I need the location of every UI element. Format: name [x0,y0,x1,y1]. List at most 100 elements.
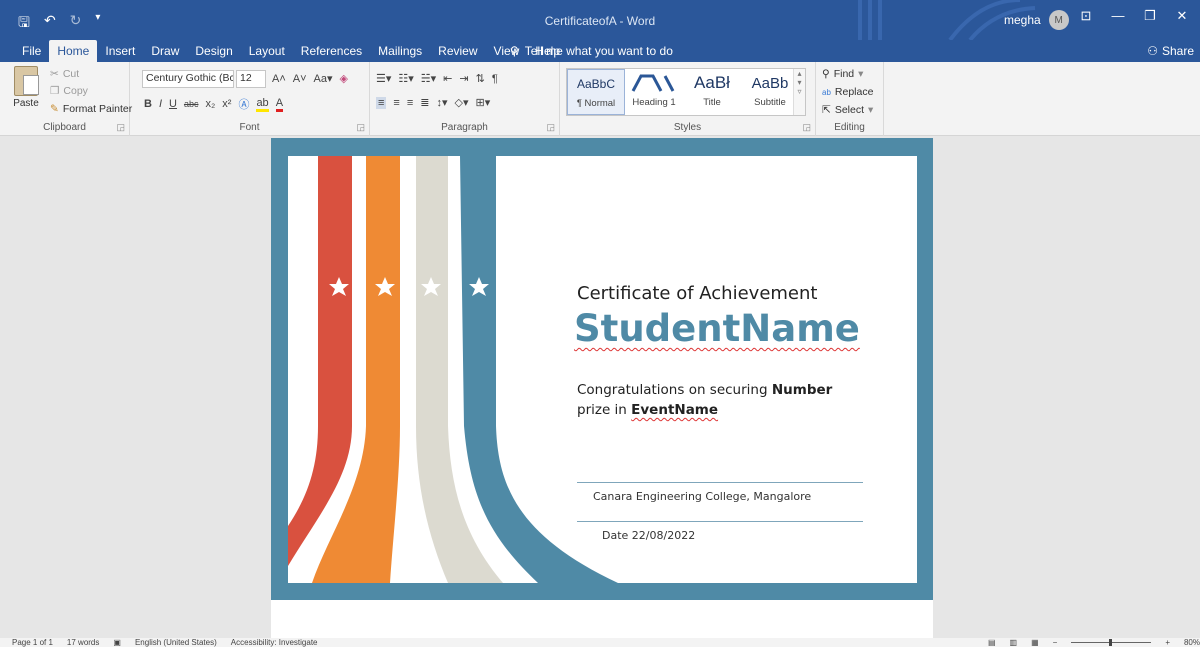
grow-font-icon[interactable]: A˄ [272,73,286,85]
style-title[interactable]: AaBł Title [683,69,741,115]
user-account[interactable]: megha M [1004,10,1069,30]
replace-button[interactable]: ab Replace [822,86,873,98]
ribbon-display-icon[interactable]: ⊡ [1070,8,1102,24]
style-normal[interactable]: AaBbC ¶ Normal [567,69,625,115]
document-page[interactable]: Certificate of Achievement StudentName C… [271,138,933,638]
tab-layout[interactable]: Layout [241,40,293,62]
customize-qat-icon[interactable]: ▾ [95,12,100,36]
window-controls: ⊡ — ❐ ✕ [1070,8,1198,24]
decrease-indent-icon[interactable]: ⇤ [443,72,452,85]
ribbon: Paste ✂ Cut ❐ Copy ✎ Format Painter Clipboa… [0,62,1200,136]
tab-insert[interactable]: Insert [97,40,143,62]
bullets-icon[interactable]: ☰▾ [376,72,391,85]
style-preview: AaBb [751,74,789,92]
minimize-icon[interactable]: — [1102,8,1134,24]
proofing-icon[interactable]: ▣ [113,638,121,647]
clear-formatting-icon[interactable]: ◈ [340,72,348,85]
print-layout-icon[interactable]: ▥ [1010,638,1018,647]
share-label: Share [1161,44,1194,58]
align-left-icon[interactable]: ≡ [376,96,387,109]
change-case-icon[interactable]: Aa▾ [314,72,333,85]
tab-design[interactable]: Design [187,40,240,62]
save-icon[interactable]: 🖫 [18,12,30,36]
zoom-slider[interactable] [1071,639,1152,646]
styles-scroll[interactable]: ▴ ▾ ▿ [793,69,805,115]
restore-icon[interactable]: ❐ [1134,8,1166,24]
subscript-icon[interactable]: x₂ [205,98,215,110]
justify-icon[interactable]: ≣ [420,96,429,109]
select-label: Select [834,104,864,116]
font-family-select[interactable]: Century Gothic (Bc [142,70,234,88]
tab-references[interactable]: References [293,40,370,62]
copy-button[interactable]: ❐ Copy [50,85,88,97]
red-stripe [288,156,352,566]
dialog-launcher-icon[interactable]: ◲ [546,122,555,133]
borders-icon[interactable]: ⊞▾ [476,96,491,109]
numbering-icon[interactable]: ☷▾ [398,72,413,85]
increase-indent-icon[interactable]: ⇥ [459,72,468,85]
avatar: M [1048,10,1069,30]
sort-icon[interactable]: ⇅ [476,72,485,85]
tab-draw[interactable]: Draw [143,40,187,62]
word-count[interactable]: 17 words [67,638,99,647]
font-format-tools: B I U abc x₂ x² Ⓐ ab A [144,96,284,112]
bold-icon[interactable]: B [144,98,152,110]
replace-label: Replace [834,86,874,98]
select-button[interactable]: ⇱ Select ▾ [822,104,873,116]
zoom-out-icon[interactable]: − [1053,638,1058,647]
tab-file[interactable]: File [14,40,49,62]
certificate-inner: Certificate of Achievement StudentName C… [288,156,917,583]
superscript-icon[interactable]: x² [222,98,231,110]
status-bar: Page 1 of 1 17 words ▣ English (United S… [0,638,1200,647]
divider-line [577,482,863,483]
cut-button[interactable]: ✂ Cut [50,68,79,80]
text-effects-icon[interactable]: Ⓐ [238,96,249,112]
style-heading-1[interactable]: Heading 1 [625,69,683,115]
multilevel-list-icon[interactable]: ☵▾ [421,72,436,85]
page-count[interactable]: Page 1 of 1 [12,638,53,647]
style-name: Subtitle [754,97,786,108]
tab-mailings[interactable]: Mailings [370,40,430,62]
close-icon[interactable]: ✕ [1166,8,1198,24]
heading-preview-icon [631,74,675,92]
style-name: Heading 1 [632,97,676,108]
font-color-icon[interactable]: A [275,97,284,112]
share-button[interactable]: ⚇ Share [1147,44,1194,58]
read-mode-icon[interactable]: ▤ [988,638,996,647]
undo-icon[interactable]: ↶ [44,12,56,36]
accessibility-status[interactable]: Accessibility: Investigate [231,638,318,647]
style-subtitle[interactable]: AaBb Subtitle [741,69,799,115]
tab-review[interactable]: Review [430,40,485,62]
align-right-icon[interactable]: ≡ [407,97,413,109]
tab-home[interactable]: Home [49,40,98,62]
italic-icon[interactable]: I [159,98,162,110]
clipboard-icon [14,66,39,96]
teal-stripe [460,156,618,583]
web-layout-icon[interactable]: ▦ [1031,638,1039,647]
document-area[interactable]: Certificate of Achievement StudentName C… [0,137,1200,638]
format-painter-button[interactable]: ✎ Format Painter [50,103,132,115]
paste-label: Paste [13,98,39,109]
dialog-launcher-icon[interactable]: ◲ [802,122,811,133]
zoom-level[interactable]: 80% [1184,638,1200,647]
editing-group: ⚲ Find ▾ ab Replace ⇱ Select ▾ Editing [816,62,884,136]
line-spacing-icon[interactable]: ↕▾ [436,96,447,109]
tell-me-search[interactable]: ⚲ Tell me what you want to do [510,44,673,58]
dialog-launcher-icon[interactable]: ◲ [116,122,125,133]
redo-icon[interactable]: ↻ [70,12,82,36]
strikethrough-icon[interactable]: abc [184,99,199,109]
font-size-select[interactable]: 12 [236,70,266,88]
ribbon-tabs: File Home Insert Draw Design Layout Refe… [0,40,1200,62]
cut-label: Cut [62,68,80,80]
underline-icon[interactable]: U [169,98,177,110]
find-button[interactable]: ⚲ Find ▾ [822,68,863,80]
shading-icon[interactable]: ◇▾ [455,96,469,109]
align-center-icon[interactable]: ≡ [393,97,399,109]
paste-button[interactable]: Paste [8,66,44,109]
dialog-launcher-icon[interactable]: ◲ [356,122,365,133]
language[interactable]: English (United States) [135,638,217,647]
shrink-font-icon[interactable]: A˅ [293,73,307,85]
zoom-in-icon[interactable]: + [1165,638,1170,647]
highlight-icon[interactable]: ab [256,97,269,112]
pilcrow-icon[interactable]: ¶ [492,73,498,85]
